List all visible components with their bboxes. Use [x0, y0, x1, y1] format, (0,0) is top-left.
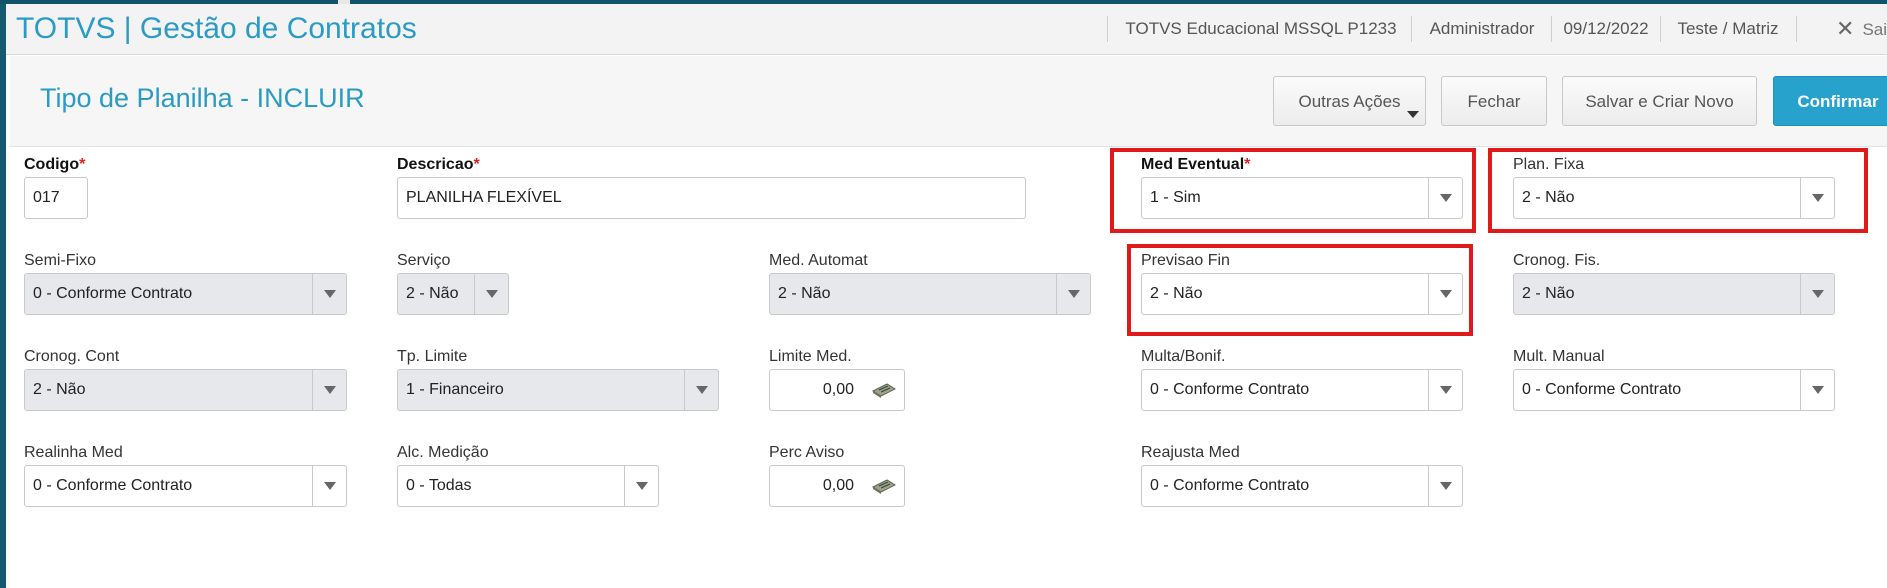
chevron-down-icon[interactable] — [474, 274, 508, 314]
page-title: Tipo de Planilha - INCLUIR — [40, 83, 365, 113]
reajusta-med-select[interactable]: 0 - Conforme Contrato — [1141, 465, 1463, 507]
chevron-down-icon[interactable] — [1800, 370, 1834, 410]
other-actions-label: Outras Ações — [1298, 92, 1401, 111]
environment-label[interactable]: TOTVS Educacional MSSQL P1233 — [1116, 4, 1406, 54]
exit-label: Sai — [1862, 20, 1887, 39]
header-divider — [1107, 16, 1108, 42]
exit-button[interactable]: ✕ Sai — [1836, 4, 1887, 54]
descricao-label: Descricao* — [397, 156, 480, 173]
codigo-input[interactable]: 017 — [24, 177, 88, 219]
date-label[interactable]: 09/12/2022 — [1556, 4, 1656, 54]
header-divider — [1660, 16, 1661, 42]
app-header: TOTVS | Gestão de Contratos TOTVS Educac… — [6, 4, 1887, 55]
realinha-med-select[interactable]: 0 - Conforme Contrato — [24, 465, 347, 507]
chevron-down-icon[interactable] — [312, 274, 346, 314]
cronog-fis-select[interactable]: 2 - Não — [1513, 273, 1835, 315]
servico-select[interactable]: 2 - Não — [397, 273, 509, 315]
mult-manual-label: Mult. Manual — [1513, 348, 1605, 365]
chevron-down-icon[interactable] — [1056, 274, 1090, 314]
calculator-icon[interactable] — [871, 382, 897, 398]
limite-med-input[interactable]: 0,00 — [769, 369, 905, 411]
tp-limite-label: Tp. Limite — [397, 348, 468, 365]
confirm-button[interactable]: Confirmar — [1773, 76, 1887, 126]
semi-fixo-select[interactable]: 0 - Conforme Contrato — [24, 273, 347, 315]
med-automat-label: Med. Automat — [769, 252, 868, 269]
header-divider — [1551, 16, 1552, 42]
user-label[interactable]: Administrador — [1418, 4, 1546, 54]
chevron-down-icon[interactable] — [624, 466, 658, 506]
reajusta-med-label: Reajusta Med — [1141, 444, 1240, 461]
chevron-down-icon[interactable] — [1428, 370, 1462, 410]
save-and-new-button[interactable]: Salvar e Criar Novo — [1562, 76, 1757, 126]
calculator-icon[interactable] — [871, 478, 897, 494]
perc-aviso-label: Perc Aviso — [769, 444, 845, 461]
other-actions-button[interactable]: Outras Ações — [1273, 76, 1426, 126]
chevron-down-icon[interactable] — [312, 370, 346, 410]
highlight-box-plan-fixa — [1488, 148, 1868, 233]
chevron-down-icon — [1407, 111, 1419, 118]
servico-label: Serviço — [397, 252, 451, 269]
alc-medicao-select[interactable]: 0 - Todas — [397, 465, 659, 507]
page-toolbar: Tipo de Planilha - INCLUIR Outras Ações … — [10, 56, 1887, 147]
med-automat-select[interactable]: 2 - Não — [769, 273, 1091, 315]
limite-med-label: Limite Med. — [769, 348, 852, 365]
highlight-box-med-eventual — [1110, 148, 1476, 233]
semi-fixo-label: Semi-Fixo — [24, 252, 97, 269]
app-title: TOTVS | Gestão de Contratos — [16, 12, 417, 45]
required-marker: * — [79, 156, 86, 173]
multa-bonif-label: Multa/Bonif. — [1141, 348, 1226, 365]
perc-aviso-input[interactable]: 0,00 — [769, 465, 905, 507]
chevron-down-icon[interactable] — [312, 466, 346, 506]
header-divider — [1411, 16, 1412, 42]
chevron-down-icon[interactable] — [1800, 274, 1834, 314]
alc-medicao-label: Alc. Medição — [397, 444, 489, 461]
chevron-down-icon[interactable] — [684, 370, 718, 410]
close-icon: ✕ — [1836, 16, 1855, 41]
required-marker: * — [473, 156, 480, 173]
highlight-box-previsao-fin — [1127, 244, 1473, 336]
left-edge-bar — [0, 4, 6, 588]
close-button[interactable]: Fechar — [1441, 76, 1547, 126]
chevron-down-icon[interactable] — [1428, 466, 1462, 506]
cronog-cont-label: Cronog. Cont — [24, 348, 120, 365]
tp-limite-select[interactable]: 1 - Financeiro — [397, 369, 719, 411]
codigo-label: Codigo* — [24, 156, 86, 173]
mult-manual-select[interactable]: 0 - Conforme Contrato — [1513, 369, 1835, 411]
multa-bonif-select[interactable]: 0 - Conforme Contrato — [1141, 369, 1463, 411]
realinha-med-label: Realinha Med — [24, 444, 123, 461]
cronog-cont-select[interactable]: 2 - Não — [24, 369, 347, 411]
cronog-fis-label: Cronog. Fis. — [1513, 252, 1601, 269]
company-label[interactable]: Teste / Matriz — [1666, 4, 1790, 54]
descricao-input[interactable]: PLANILHA FLEXÍVEL — [397, 177, 1026, 219]
header-divider — [1796, 16, 1797, 42]
